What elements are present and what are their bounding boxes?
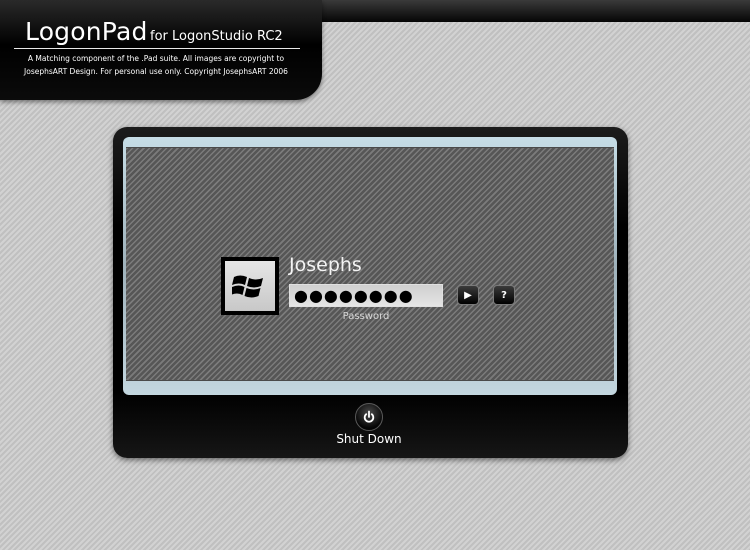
password-hint-button[interactable]: ?	[493, 285, 515, 305]
logon-window: Josephs ▶ ? Password Shut Down	[113, 127, 628, 458]
windows-flag-icon	[232, 275, 263, 298]
logon-area: Josephs ▶ ? Password	[126, 147, 614, 381]
app-title: LogonPad	[25, 17, 148, 46]
logon-pane: Josephs ▶ ? Password	[123, 137, 617, 395]
app-subtitle: for LogonStudio RC2	[150, 29, 283, 44]
user-picture	[225, 261, 275, 311]
user-name: Josephs	[289, 254, 362, 276]
shutdown-button[interactable]	[355, 403, 383, 431]
title-divider	[14, 48, 300, 49]
title-panel: LogonPad for LogonStudio RC2 A Matching …	[0, 0, 322, 100]
user-tile[interactable]	[221, 257, 279, 315]
password-field[interactable]	[289, 284, 443, 307]
password-label: Password	[342, 311, 390, 322]
shutdown-label[interactable]: Shut Down	[308, 432, 430, 446]
logon-go-button[interactable]: ▶	[457, 285, 479, 305]
power-icon	[363, 410, 375, 423]
copyright-text: A Matching component of the .Pad suite. …	[24, 54, 288, 76]
